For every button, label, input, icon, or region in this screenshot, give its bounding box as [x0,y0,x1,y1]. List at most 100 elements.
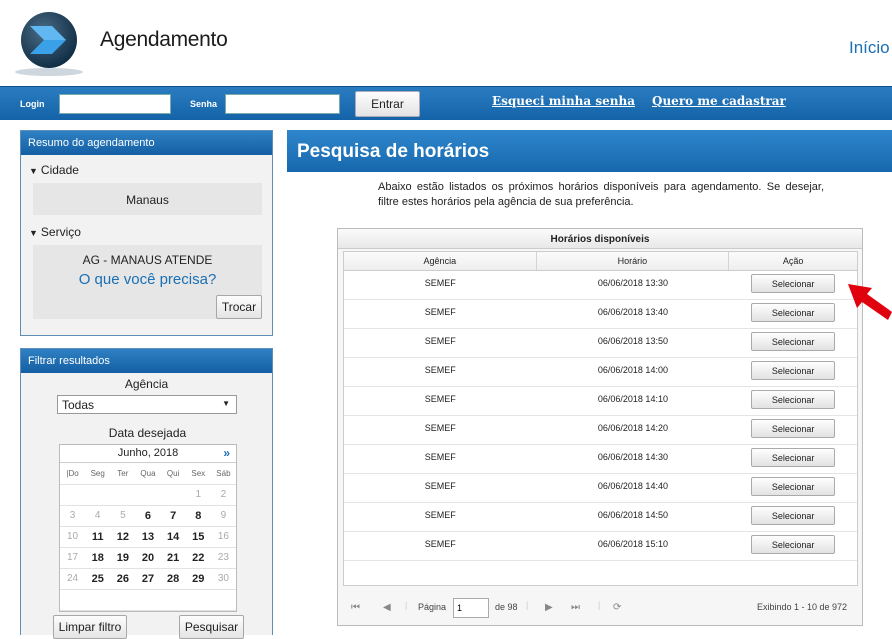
row-agency: SEMEF [424,510,456,520]
row-agency: SEMEF [424,365,456,375]
row-action: Selecionar [729,532,857,560]
calendar-day: 30 [210,568,236,590]
row-time: 06/06/2018 14:10 [597,394,668,404]
register-link[interactable]: Quero me cadastrar [652,94,786,108]
table-row: SEMEF 06/06/2018 14:30 Selecionar [344,445,857,474]
row-time: 06/06/2018 14:50 [597,510,668,520]
row-time: 06/06/2018 15:10 [597,539,668,549]
service-question-link[interactable]: O que você precisa? [33,271,262,288]
login-input[interactable] [59,94,171,114]
calendar-day[interactable]: 8 [185,505,211,527]
column-header-agency[interactable]: Agência [344,252,537,270]
page-number-input[interactable] [453,598,489,618]
calendar-day[interactable]: 26 [110,568,136,590]
senha-input[interactable] [225,94,340,114]
pager: ⏮ ◀ | Página de 98 | ▶ ⏭ | ⟳ Exibindo 1 … [343,597,858,619]
calendar-day: 4 [85,505,111,527]
select-button[interactable]: Selecionar [751,419,836,438]
next-page-icon[interactable]: ▶ [545,602,553,613]
refresh-icon[interactable]: ⟳ [613,602,621,613]
calendar-day [110,589,136,611]
annotation-arrow-icon [848,284,892,320]
calendar-day-name: |Do [60,463,86,485]
row-time: 06/06/2018 14:30 [597,452,668,462]
row-agency: SEMEF [424,307,456,317]
calendar-day[interactable]: 14 [160,526,186,548]
entrar-button[interactable]: Entrar [355,91,420,117]
calendar-day[interactable]: 29 [185,568,211,590]
pager-summary: Exibindo 1 - 10 de 972 [757,602,848,612]
select-button[interactable]: Selecionar [751,477,836,496]
calendar-day[interactable]: 25 [85,568,111,590]
calendar-day[interactable]: 7 [160,505,186,527]
calendar-week: 10 11 12 13 14 15 16 [60,526,236,548]
calendar-day: 23 [210,547,236,569]
calendar-day-name: Seg [85,463,111,485]
search-button[interactable]: Pesquisar [179,615,244,639]
calendar-day[interactable]: 20 [135,547,161,569]
select-button[interactable]: Selecionar [751,506,836,525]
first-page-icon[interactable]: ⏮ [351,602,360,613]
schedule-grid: Horários disponíveis Agência Horário Açã… [337,228,863,626]
summary-panel-title: Resumo do agendamento [21,131,272,155]
calendar-day[interactable]: 22 [185,547,211,569]
table-row: SEMEF 06/06/2018 13:30 Selecionar [344,271,857,300]
calendar-next-icon[interactable]: » [223,446,230,460]
table-row: SEMEF 06/06/2018 14:40 Selecionar [344,474,857,503]
calendar-day[interactable]: 28 [160,568,186,590]
forgot-password-link[interactable]: Esqueci minha senha [492,94,635,108]
calendar-week: 24 25 26 27 28 29 30 [60,568,236,590]
calendar-day[interactable]: 19 [110,547,136,569]
select-button[interactable]: Selecionar [751,361,836,380]
calendar-day[interactable]: 13 [135,526,161,548]
calendar-day[interactable]: 6 [135,505,161,527]
filter-panel-title: Filtrar resultados [21,349,272,373]
calendar-day: 1 [185,484,211,506]
calendar-day [160,484,186,506]
calendar-day: 17 [60,547,86,569]
calendar-grid: |Do Seg Ter Qua Qui Sex Sáb 1 2 3 4 5 6 7 8 9 10 11 12 13 14… [60,463,236,611]
triangle-down-icon: ▼ [222,399,230,408]
column-header-time[interactable]: Horário [537,252,730,270]
row-agency: SEMEF [424,423,456,433]
select-button[interactable]: Selecionar [751,274,836,293]
column-header-action: Ação [782,256,804,266]
row-action: Selecionar [729,474,857,502]
calendar-day-name: Ter [110,463,136,485]
pager-divider: | [526,600,529,610]
calendar-day[interactable]: 11 [85,526,111,548]
select-button[interactable]: Selecionar [751,332,836,351]
summary-panel: Resumo do agendamento ▼ Cidade Manaus ▼ Se… [20,130,273,336]
select-button[interactable]: Selecionar [751,448,836,467]
calendar-day: 3 [60,505,86,527]
clear-filter-button[interactable]: Limpar filtro [53,615,127,639]
page-title: Pesquisa de horários [287,130,892,172]
select-button[interactable]: Selecionar [751,390,836,409]
triangle-down-icon: ▼ [29,166,38,176]
calendar-day [160,589,186,611]
table-row: SEMEF 06/06/2018 14:20 Selecionar [344,416,857,445]
calendar-day [60,484,86,506]
calendar-day-name: Sex [185,463,211,485]
calendar-day[interactable]: 27 [135,568,161,590]
calendar-week: 3456789 [60,505,236,527]
calendar-day[interactable]: 21 [160,547,186,569]
calendar-day [85,484,111,506]
select-button[interactable]: Selecionar [751,535,836,554]
calendar-month: Junho, 2018 [117,447,179,459]
agency-select[interactable]: Todas ▼ [57,395,237,414]
row-action: Selecionar [729,387,857,415]
calendar-day[interactable]: 18 [85,547,111,569]
prev-page-icon[interactable]: ◀ [383,602,391,613]
calendar-day[interactable]: 12 [110,526,136,548]
select-button[interactable]: Selecionar [751,303,836,322]
row-action: Selecionar [729,358,857,386]
triangle-down-icon: ▼ [29,228,38,238]
last-page-icon[interactable]: ⏭ [571,602,580,613]
nav-inicio-link[interactable]: Início [849,38,890,58]
grid-rows: SEMEF 06/06/2018 13:30 Selecionar SEMEF 06/0… [344,271,857,561]
agency-selected-value: Todas [62,398,95,412]
trocar-button[interactable]: Trocar [216,295,262,319]
city-section: ▼ Cidade [21,155,272,177]
calendar-day[interactable]: 15 [185,526,211,548]
